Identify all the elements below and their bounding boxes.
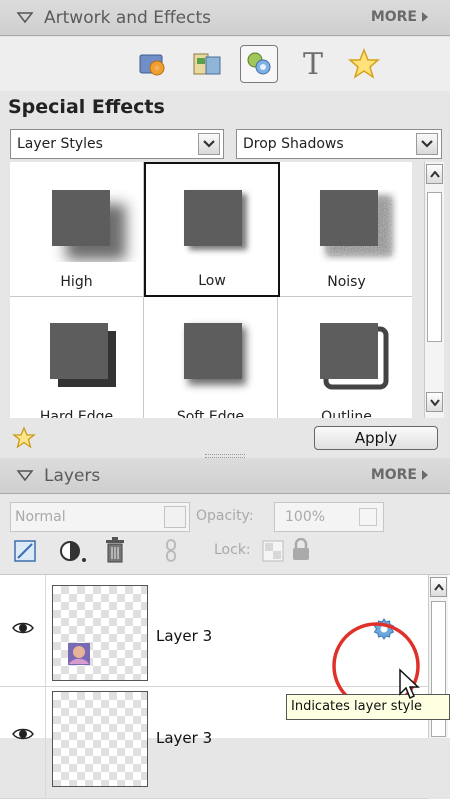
layer-name: Layer 3 (156, 627, 213, 645)
collapse-triangle-icon[interactable] (16, 467, 34, 485)
photo-effects-icon[interactable] (133, 45, 171, 83)
lock-label: Lock: (214, 542, 251, 558)
effects-category-toolbar: T (0, 37, 450, 91)
noisy-shadow-preview (320, 190, 392, 256)
soft-edge-preview (184, 323, 246, 385)
category-dropdown[interactable]: Layer Styles (10, 129, 224, 159)
mouse-cursor-icon (399, 668, 420, 700)
visibility-cell[interactable] (0, 575, 46, 686)
layer-name: Layer 3 (156, 729, 213, 747)
opacity-label: Opacity: (196, 508, 254, 524)
thumb-label: Hard Edge (39, 409, 114, 418)
effect-thumb-low[interactable]: Low (144, 162, 280, 297)
lock-transparency-icon[interactable] (262, 540, 284, 562)
layers-title: Layers (44, 465, 101, 486)
layer-thumbnail[interactable] (52, 585, 148, 681)
chevron-down-icon[interactable] (164, 506, 186, 528)
artwork-more-button[interactable]: MORE (371, 9, 428, 25)
more-arrow-icon (422, 12, 428, 22)
scroll-down-icon[interactable] (426, 392, 443, 412)
text-icon[interactable]: T (294, 45, 332, 83)
adjustment-layer-icon[interactable] (58, 538, 88, 564)
outline-preview (320, 323, 389, 390)
more-label: MORE (370, 467, 417, 483)
frames-icon[interactable] (188, 45, 226, 83)
effect-thumb-soft-edge[interactable]: Soft Edge (144, 297, 278, 418)
layer-photo-preview (68, 643, 90, 665)
eye-icon[interactable] (12, 727, 34, 741)
apply-button[interactable]: Apply (314, 426, 438, 450)
eye-icon[interactable] (12, 621, 34, 635)
more-arrow-icon (422, 470, 428, 480)
opacity-field[interactable]: 100% (274, 502, 384, 532)
trash-icon[interactable] (103, 536, 127, 564)
text-glyph: T (302, 46, 323, 82)
artwork-effects-header[interactable]: Artwork and Effects MORE (0, 0, 450, 36)
scroll-thumb[interactable] (427, 192, 442, 342)
artwork-effects-title: Artwork and Effects (44, 7, 211, 28)
effect-thumb-noisy[interactable]: Noisy (280, 162, 412, 297)
favorites-star-icon[interactable] (345, 45, 383, 83)
effect-thumb-outline[interactable]: Outline (280, 297, 412, 418)
new-layer-icon[interactable] (12, 538, 38, 564)
subcategory-dropdown-value: Drop Shadows (243, 136, 344, 152)
effect-thumb-high[interactable]: High (10, 162, 144, 297)
thumbnails-scrollbar[interactable] (424, 162, 444, 418)
high-shadow-preview (52, 190, 126, 260)
hard-edge-preview (50, 323, 116, 387)
layers-header[interactable]: Layers MORE (0, 458, 450, 494)
lock-all-icon[interactable] (291, 538, 311, 562)
tooltip: Indicates layer style (286, 694, 450, 720)
opacity-slider-arrow-icon[interactable] (359, 508, 377, 526)
add-to-favorites-star-icon[interactable] (12, 426, 36, 450)
category-dropdown-value: Layer Styles (17, 136, 103, 152)
chevron-down-icon[interactable] (416, 133, 438, 155)
layers-more-button[interactable]: MORE (371, 467, 428, 483)
special-effects-title: Special Effects (8, 96, 165, 118)
effect-thumb-hard-edge[interactable]: Hard Edge (10, 297, 144, 418)
special-effects-icon[interactable] (240, 45, 278, 83)
opacity-value: 100% (285, 509, 326, 525)
thumb-label: Outline (321, 409, 372, 418)
blend-mode-value: Normal (15, 509, 66, 525)
chevron-down-icon[interactable] (198, 133, 220, 155)
thumb-label: Soft Edge (176, 409, 245, 418)
link-layers-icon[interactable] (162, 538, 180, 564)
blend-mode-dropdown[interactable]: Normal (10, 502, 190, 532)
low-shadow-preview (184, 190, 247, 250)
collapse-triangle-icon[interactable] (16, 9, 34, 27)
more-label: MORE (370, 9, 417, 25)
scroll-up-icon[interactable] (426, 164, 443, 184)
thumb-label: High (60, 274, 93, 290)
effects-thumbnail-grid: High Low Noisy Hard Edge Soft Edge Outli… (10, 162, 412, 418)
thumb-label: Low (198, 273, 226, 289)
thumb-label: Noisy (327, 274, 366, 290)
visibility-cell[interactable] (0, 687, 46, 798)
subcategory-dropdown[interactable]: Drop Shadows (236, 129, 442, 159)
layer-thumbnail[interactable] (52, 691, 148, 787)
scroll-up-icon[interactable] (430, 577, 447, 597)
layers-toolbar: Normal Opacity: 100% Lock: (0, 494, 450, 574)
